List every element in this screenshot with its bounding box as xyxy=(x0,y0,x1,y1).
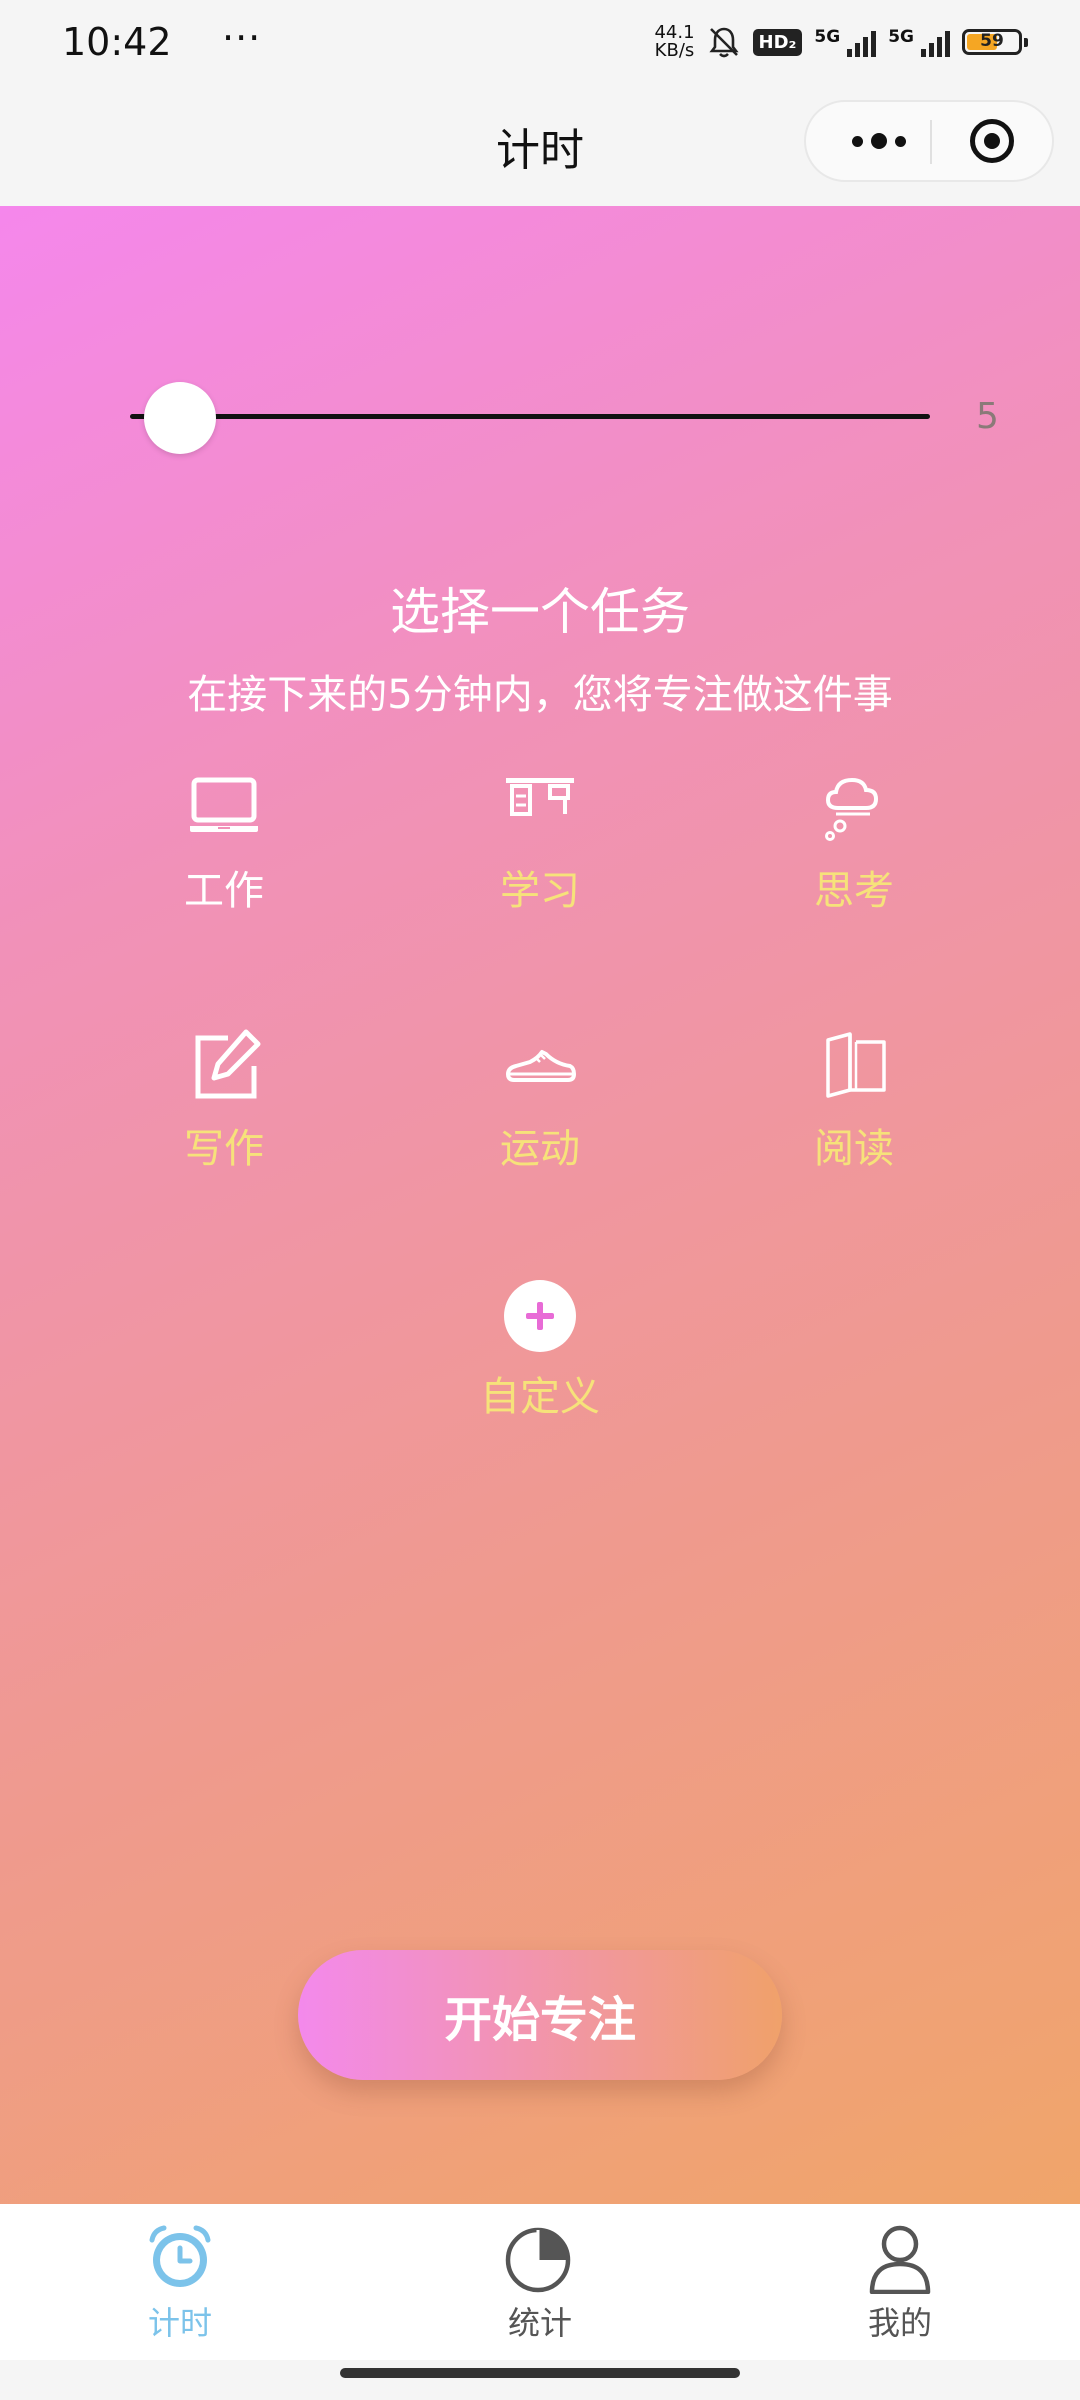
sneaker-icon xyxy=(506,1050,576,1082)
task-label: 阅读 xyxy=(814,1126,894,1172)
status-more-icon: ··· xyxy=(222,16,262,60)
tab-label: 我的 xyxy=(867,2304,932,2342)
task-label: 写作 xyxy=(184,1126,264,1172)
slider-value: 5 xyxy=(976,396,999,437)
tab-stats[interactable]: 统计 xyxy=(440,2222,640,2344)
close-mini-program-button[interactable] xyxy=(970,119,1014,163)
capsule-divider xyxy=(930,120,932,164)
task-label: 工作 xyxy=(184,868,264,914)
book-icon xyxy=(826,1032,886,1098)
sim1-label: 5G xyxy=(814,27,841,47)
signal-sim1-icon: 5G xyxy=(814,27,877,57)
tab-label: 统计 xyxy=(507,2304,572,2342)
task-label: 自定义 xyxy=(480,1374,600,1420)
slider-track[interactable] xyxy=(130,414,930,419)
duration-slider[interactable] xyxy=(130,382,930,454)
hd-badge: HD₂ xyxy=(752,28,803,56)
signal-sim2-icon: 5G xyxy=(888,27,950,57)
task-heading: 选择一个任务 xyxy=(390,583,690,641)
desk-icon xyxy=(506,778,574,816)
slider-thumb[interactable] xyxy=(144,382,216,454)
task-label: 思考 xyxy=(814,868,894,914)
battery-icon: 59 xyxy=(962,29,1028,55)
task-reading[interactable]: 阅读 xyxy=(754,1024,954,1174)
pie-chart-icon xyxy=(505,2227,571,2293)
status-bar: 10:42 ··· 44.1 KB/s HD₂ 5G 5G 59 xyxy=(0,0,1080,90)
edit-icon xyxy=(195,1029,261,1099)
task-study[interactable]: 学习 xyxy=(440,766,640,916)
task-exercise[interactable]: 运动 xyxy=(440,1024,640,1174)
task-label: 运动 xyxy=(500,1126,580,1172)
mini-program-capsule xyxy=(804,100,1054,182)
status-icons: 44.1 KB/s HD₂ 5G 5G 59 xyxy=(654,24,1028,60)
status-time: 10:42 xyxy=(62,20,172,64)
network-speed: 44.1 KB/s xyxy=(654,24,694,60)
user-icon xyxy=(869,2225,931,2294)
page: 10:42 ··· 44.1 KB/s HD₂ 5G 5G 59 计时 5 选择… xyxy=(0,0,1080,2400)
timer-panel: 5 选择一个任务 在接下来的5分钟内，您将专注做这件事 工作 学习 思考 写作 … xyxy=(0,206,1080,2204)
tab-label: 计时 xyxy=(147,2304,212,2342)
tab-profile[interactable]: 我的 xyxy=(800,2222,1000,2344)
battery-cap xyxy=(1024,38,1028,47)
task-writing[interactable]: 写作 xyxy=(124,1024,324,1174)
thought-cloud-icon xyxy=(825,777,879,841)
tab-bar: 计时 统计 我的 xyxy=(0,2204,1080,2360)
mute-bell-icon xyxy=(708,27,739,58)
battery-level: 59 xyxy=(980,31,1004,51)
network-speed-unit: KB/s xyxy=(654,40,695,61)
start-focus-button[interactable]: 开始专注 xyxy=(298,1950,782,2080)
more-options-button[interactable] xyxy=(834,102,924,180)
nav-bar: 计时 xyxy=(0,90,1080,206)
task-custom[interactable]: 自定义 xyxy=(440,1280,640,1422)
laptop-icon xyxy=(190,777,258,832)
task-work[interactable]: 工作 xyxy=(124,766,324,916)
task-label: 学习 xyxy=(500,868,580,914)
tab-timer[interactable]: 计时 xyxy=(80,2222,280,2344)
task-think[interactable]: 思考 xyxy=(754,766,954,916)
alarm-clock-icon xyxy=(149,2225,211,2287)
plus-icon[interactable] xyxy=(504,1280,576,1352)
task-subheading: 在接下来的5分钟内，您将专注做这件事 xyxy=(187,672,893,718)
sim2-label: 5G xyxy=(888,27,914,47)
home-indicator[interactable] xyxy=(340,2368,740,2378)
